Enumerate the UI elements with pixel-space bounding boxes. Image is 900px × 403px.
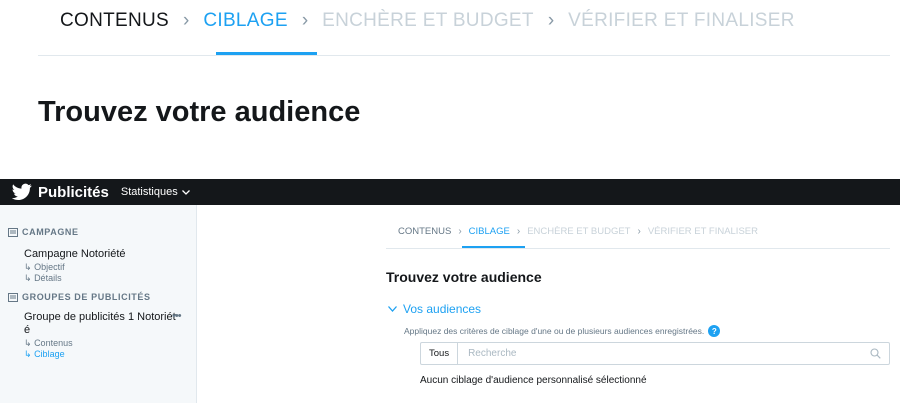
help-text: Appliquez des critères de ciblage d'une …	[404, 326, 705, 336]
top-navigation-bar: Publicités Statistiques	[0, 179, 900, 205]
active-step-indicator	[216, 52, 317, 55]
sidebar-item-details[interactable]: ↳ Détails	[24, 273, 62, 284]
campaign-section-label: CAMPAGNE	[22, 227, 79, 237]
page-title: Trouvez votre audience	[38, 96, 361, 128]
empty-audience-message: Aucun ciblage d'audience personnalisé sé…	[420, 375, 647, 386]
step-separator-icon: ›	[637, 226, 641, 237]
sub-arrow-icon: ↳	[24, 273, 32, 283]
inner-stepper: CONTENUS › CIBLAGE › ENCHÈRE ET BUDGET ›…	[398, 226, 758, 237]
sidebar-item-ciblage[interactable]: ↳ Ciblage	[24, 349, 65, 360]
step-enchere-budget: ENCHÈRE ET BUDGET	[322, 10, 534, 31]
adgroup-name[interactable]: Groupe de publicités 1 Notoriét	[24, 311, 176, 323]
brand-title[interactable]: Publicités	[38, 184, 109, 201]
audiences-toggle[interactable]: Vos audiences	[388, 302, 481, 316]
section-title: Trouvez votre audience	[386, 269, 542, 285]
filter-all-button[interactable]: Tous	[421, 343, 459, 364]
inner-step-ciblage[interactable]: CIBLAGE	[469, 226, 510, 237]
sub-arrow-icon: ↳	[24, 262, 32, 272]
help-icon[interactable]: ?	[708, 325, 721, 337]
step-ciblage[interactable]: CIBLAGE	[203, 10, 287, 32]
sub-arrow-icon: ↳	[24, 349, 32, 359]
inner-step-verifier-finaliser: VÉRIFIER ET FINALISER	[647, 226, 758, 237]
adgroup-name-continued: é	[24, 324, 31, 336]
adgroups-section-header: GROUPES DE PUBLICITÉS	[8, 292, 151, 302]
audiences-toggle-label: Vos audiences	[403, 302, 482, 316]
stepper-divider	[38, 55, 890, 56]
adgroups-icon	[8, 292, 18, 302]
step-separator-icon: ›	[458, 226, 462, 237]
inner-step-contenus[interactable]: CONTENUS	[398, 226, 451, 237]
sidebar-item-label: Détails	[34, 273, 62, 283]
sidebar: CAMPAGNE Campagne Notoriété ↳ Objectif ↳…	[0, 205, 197, 403]
stats-menu-label: Statistiques	[120, 186, 178, 198]
search-icon[interactable]	[870, 348, 881, 359]
inner-stepper-divider	[386, 248, 890, 249]
main-stepper: CONTENUS › CIBLAGE › ENCHÈRE ET BUDGET ›…	[60, 10, 795, 32]
campaign-section-header: CAMPAGNE	[8, 227, 79, 237]
campaign-name[interactable]: Campagne Notoriété	[24, 248, 126, 260]
inner-step-enchere-budget: ENCHÈRE ET BUDGET	[527, 226, 631, 237]
sidebar-item-contenus[interactable]: ↳ Contenus	[24, 338, 73, 349]
step-separator-icon: ›	[516, 226, 521, 237]
step-verifier-finaliser: VÉRIFIER ET FINALISER	[568, 10, 795, 31]
sidebar-item-label: Contenus	[34, 338, 73, 348]
help-text-row: Appliquez des critères de ciblage d'une …	[404, 325, 721, 337]
campaign-icon	[8, 227, 18, 237]
sidebar-item-label: Objectif	[34, 262, 65, 272]
adgroups-section-label: GROUPES DE PUBLICITÉS	[22, 292, 151, 302]
chevron-down-icon	[181, 189, 190, 195]
bird-icon[interactable]	[12, 183, 32, 201]
step-separator-icon: ›	[547, 10, 555, 31]
stats-menu[interactable]: Statistiques	[121, 186, 190, 198]
sub-arrow-icon: ↳	[24, 338, 32, 348]
step-separator-icon: ›	[183, 10, 190, 31]
search-input[interactable]	[458, 343, 870, 364]
audience-search-box: Tous	[420, 342, 890, 365]
step-separator-icon: ›	[301, 10, 309, 31]
inner-active-step-indicator	[462, 246, 525, 248]
more-options-icon[interactable]: •••	[172, 310, 182, 322]
chevron-down-icon	[388, 306, 397, 312]
step-contenus[interactable]: CONTENUS	[60, 10, 169, 32]
sidebar-item-label: Ciblage	[34, 349, 65, 359]
sidebar-item-objectif[interactable]: ↳ Objectif	[24, 262, 65, 273]
